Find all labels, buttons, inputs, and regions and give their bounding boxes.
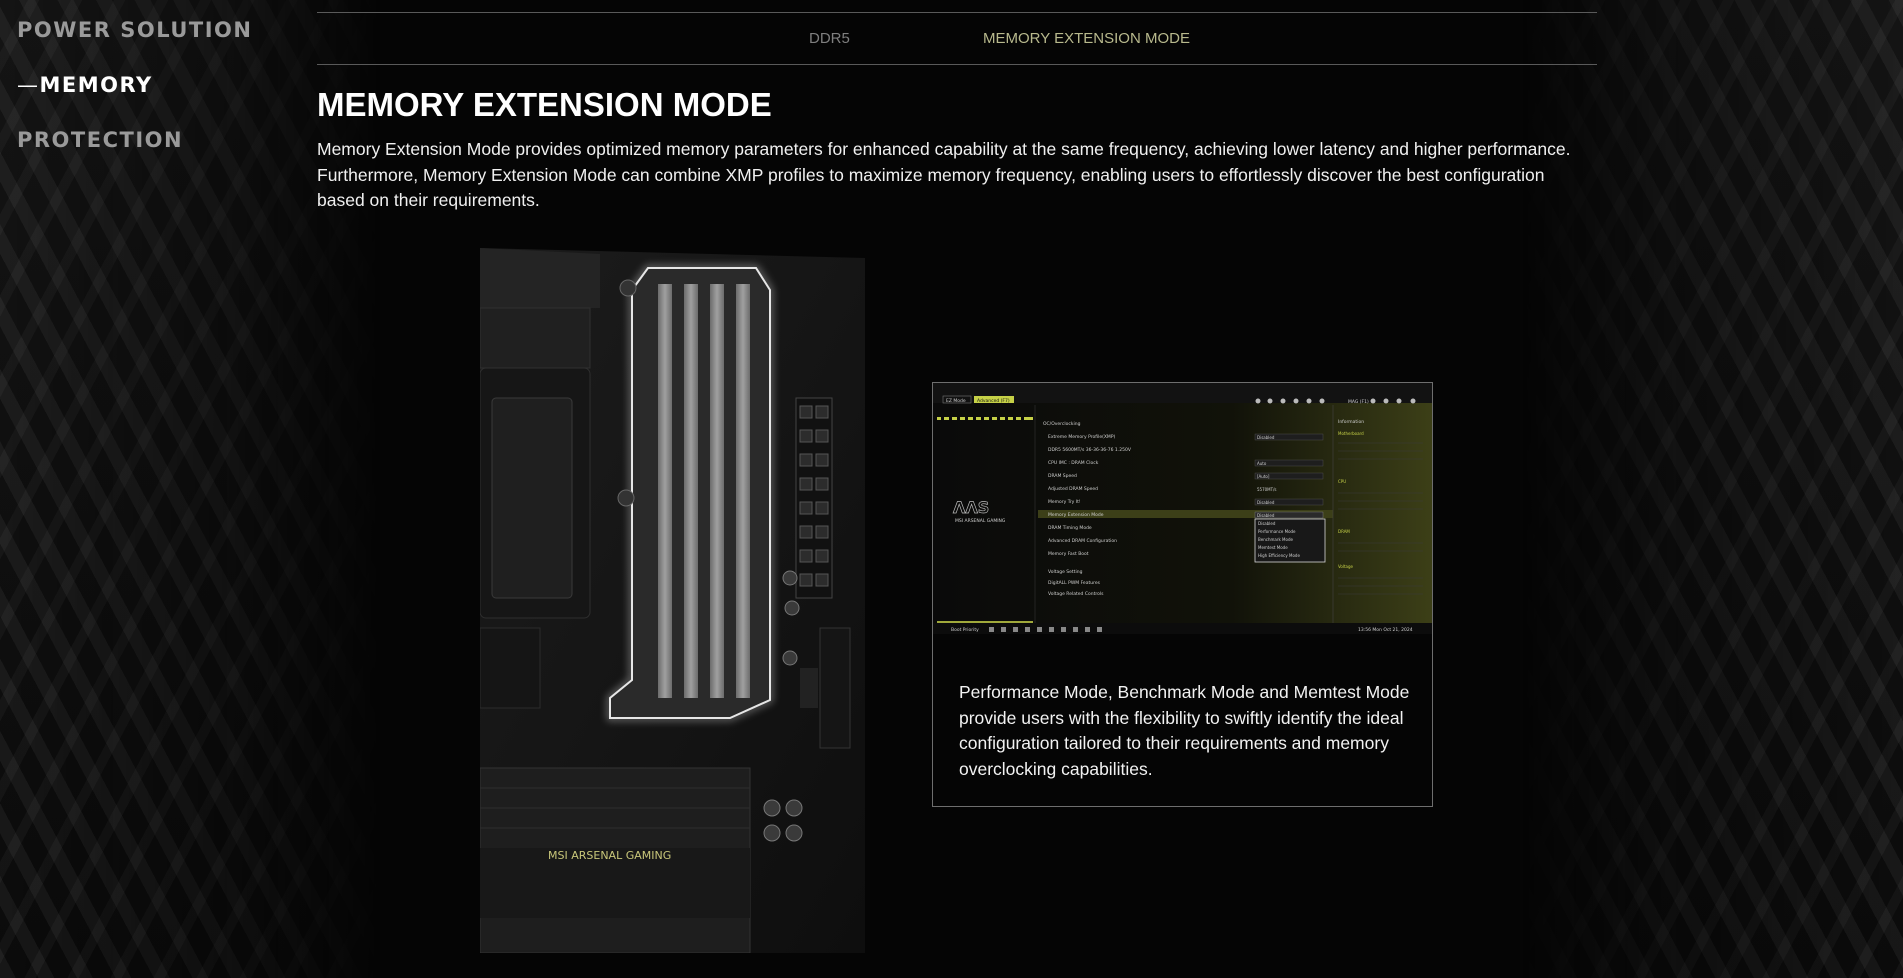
- nav-item-power-solution[interactable]: POWER SOLUTION: [17, 18, 252, 42]
- section-side-nav: POWER SOLUTION —MEMORY PROTECTION: [17, 18, 252, 183]
- bios-setting-label: CPU IMC : DRAM Clock: [1048, 460, 1099, 466]
- bios-info-group: CPU: [1338, 479, 1346, 484]
- bios-setting-value: Disabled: [1257, 513, 1275, 518]
- bios-dropdown-option: Disabled: [1258, 521, 1276, 526]
- bios-setting-label: Memory Fast Boot: [1048, 551, 1089, 557]
- bios-logo-text: MSI ARSENAL GAMING: [955, 518, 1006, 524]
- bios-setting-label: DRAM Timing Mode: [1048, 525, 1092, 531]
- bios-info-heading: Information: [1338, 419, 1364, 425]
- tab-ddr5[interactable]: DDR5: [809, 30, 850, 47]
- bios-setting-label-highlighted: Memory Extension Mode: [1048, 512, 1104, 518]
- section-title: MEMORY EXTENSION MODE: [317, 86, 772, 123]
- bios-card-caption: Performance Mode, Benchmark Mode and Mem…: [959, 682, 1410, 779]
- bios-setting-label: DRAM Speed: [1048, 473, 1077, 479]
- bios-setting-label: Extreme Memory Profile(XMP): [1048, 434, 1116, 440]
- bios-dropdown-option: Performance Mode: [1258, 529, 1296, 534]
- bios-info-group: Motherboard: [1338, 431, 1364, 436]
- bios-datetime: 13:56 Mon Oct 21, 2024: [1358, 627, 1413, 633]
- board-brand-label: MSI ARSENAL GAMING: [548, 849, 671, 862]
- bios-setting-label: Advanced DRAM Configuration: [1048, 538, 1117, 544]
- bios-screenshot: EZ Mode Advanced (F7) MAG (F1) ΛΛS MSI A…: [933, 383, 1432, 634]
- bios-info-group: DRAM: [1338, 529, 1350, 534]
- bios-advanced-tab: Advanced (F7): [977, 398, 1010, 404]
- tab-memory-extension-mode[interactable]: MEMORY EXTENSION MODE: [983, 30, 1190, 47]
- nav-item-memory-label: MEMORY: [39, 73, 153, 97]
- bios-dropdown-option: High Efficiency Mode: [1258, 553, 1300, 558]
- section-description: Memory Extension Mode provides optimized…: [317, 139, 1571, 210]
- bios-setting-value: Auto: [1257, 461, 1267, 466]
- bios-setting-label: Voltage Related Controls: [1048, 591, 1104, 597]
- bios-setting-value: [Auto]: [1257, 474, 1270, 479]
- bios-setting-label: Memory Try It!: [1048, 499, 1081, 505]
- bios-setting-label: Voltage Setting: [1048, 569, 1083, 575]
- bios-screenshot-card: EZ Mode Advanced (F7) MAG (F1) ΛΛS MSI A…: [932, 382, 1433, 807]
- bios-extension-mode-dropdown: Disabled Performance Mode Benchmark Mode…: [1254, 518, 1326, 563]
- bios-dropdown-option: Memtest Mode: [1258, 545, 1288, 550]
- bios-setting-value: Disabled: [1257, 435, 1275, 440]
- bios-dropdown-option: Benchmark Mode: [1258, 537, 1293, 542]
- bios-breadcrumb: OC/Overclocking: [1043, 421, 1081, 427]
- nav-active-dash: —: [17, 73, 40, 97]
- bios-ez-mode-tab: EZ Mode: [946, 398, 966, 404]
- bios-info-group: Voltage: [1338, 564, 1354, 569]
- bios-setting-value: 5570MT/s: [1257, 487, 1277, 492]
- bios-setting-label: DDR5 5600MT/s 36-36-36-76 1.250V: [1048, 447, 1132, 453]
- nav-item-memory[interactable]: —MEMORY: [17, 73, 252, 97]
- bios-setting-label: Adjusted DRAM Speed: [1048, 486, 1098, 492]
- nav-item-protection[interactable]: PROTECTION: [17, 128, 252, 152]
- bios-setting-value: Disabled: [1257, 500, 1275, 505]
- feature-tab-bar: DDR5 MEMORY EXTENSION MODE: [317, 12, 1597, 65]
- bios-header-right: MAG (F1): [1348, 399, 1369, 405]
- motherboard-image: MSI ARSENAL GAMING: [480, 248, 865, 953]
- bios-logo-mark: ΛΛS: [953, 498, 989, 517]
- bios-setting-label: DigitALL PWM Features: [1048, 580, 1101, 586]
- bios-boot-priority: Boot Priority: [951, 627, 979, 633]
